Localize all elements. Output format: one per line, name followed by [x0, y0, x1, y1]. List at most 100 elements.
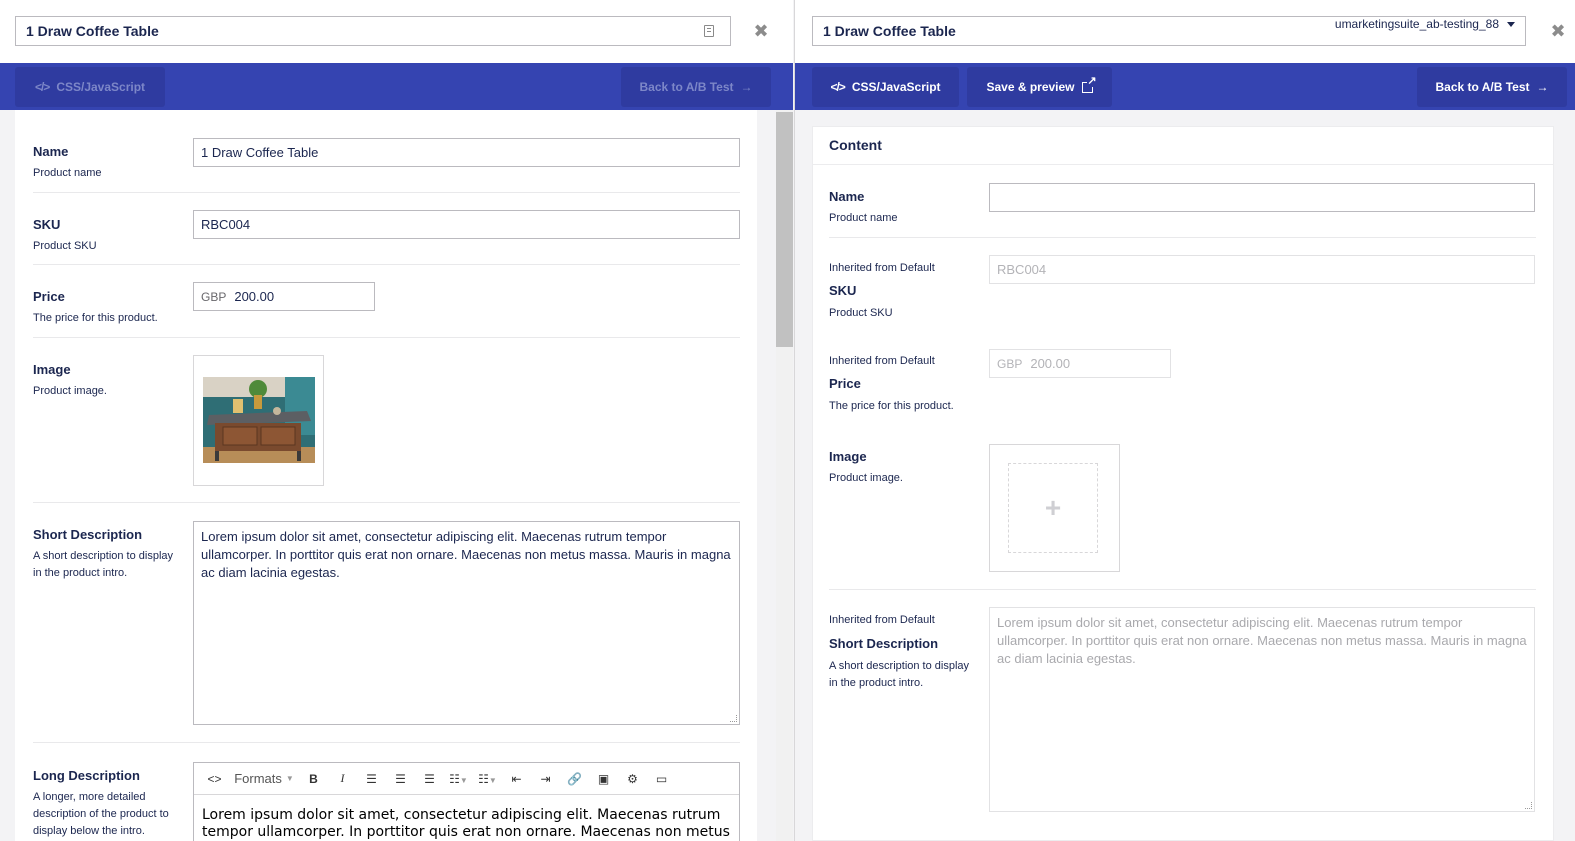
- variant-dropdown[interactable]: umarketingsuite_ab-testing_88: [1335, 17, 1515, 31]
- name-input[interactable]: 1 Draw Coffee Table: [193, 138, 740, 167]
- left-back-label: Back to A/B Test: [639, 80, 734, 94]
- link-icon[interactable]: 🔗: [560, 772, 589, 786]
- short-description-property-row: Short Description A short description to…: [33, 503, 740, 743]
- short-description-textarea[interactable]: Lorem ipsum dolor sit amet, consectetur …: [193, 521, 740, 725]
- right-back-to-ab-test-button[interactable]: Back to A/B Test →: [1417, 67, 1567, 107]
- embed-icon[interactable]: ▭: [647, 772, 676, 786]
- long-description-property-row: Long Description A longer, more detailed…: [33, 743, 740, 841]
- image-picker-empty[interactable]: +: [989, 444, 1120, 572]
- price-input-readonly: GBP 200.00: [989, 349, 1171, 378]
- right-node-title-input[interactable]: 1 Draw Coffee Table umarketingsuite_ab-t…: [812, 16, 1526, 46]
- short-description-text: Lorem ipsum dolor sit amet, consectetur …: [997, 615, 1527, 666]
- image-property-row: Image Product image. +: [829, 425, 1536, 590]
- name-description: Product name: [829, 212, 898, 224]
- arrow-right-icon: →: [740, 80, 753, 94]
- chevron-down-icon: ▼: [285, 774, 294, 783]
- price-value: 200.00: [1030, 356, 1071, 371]
- save-preview-label: Save & preview: [986, 80, 1075, 94]
- align-center-icon[interactable]: ☰: [386, 772, 415, 786]
- name-label: Name: [33, 144, 69, 159]
- inherited-from-default-label: Inherited from Default: [829, 355, 935, 367]
- bold-icon[interactable]: B: [299, 772, 328, 786]
- source-code-icon[interactable]: <>: [200, 772, 229, 786]
- left-content-panel: Name Product name 1 Draw Coffee Table SK…: [15, 110, 757, 841]
- close-icon[interactable]: ✖: [1548, 20, 1568, 42]
- code-icon: </>: [830, 80, 845, 94]
- name-input[interactable]: [989, 183, 1535, 212]
- sku-input[interactable]: RBC004: [193, 210, 740, 239]
- name-property-row: Name Product name 1 Draw Coffee Table: [33, 120, 740, 193]
- left-css-js-button[interactable]: </> CSS/JavaScript: [15, 67, 165, 107]
- outdent-icon[interactable]: ⇤: [502, 772, 531, 786]
- left-back-to-ab-test-button[interactable]: Back to A/B Test →: [621, 67, 771, 107]
- code-icon: </>: [34, 80, 50, 94]
- short-description-description: A short description to display in the pr…: [829, 660, 970, 689]
- close-icon[interactable]: ✖: [751, 20, 771, 42]
- image-icon[interactable]: ▣: [589, 772, 618, 786]
- resize-handle[interactable]: [730, 715, 737, 722]
- currency-prefix: GBP: [201, 290, 227, 304]
- macro-icon[interactable]: ⚙: [618, 772, 647, 786]
- left-header: 1 Draw Coffee Table ✖: [0, 0, 793, 63]
- external-link-icon: [1081, 75, 1097, 93]
- long-description-text[interactable]: Lorem ipsum dolor sit amet, consectetur …: [194, 795, 739, 841]
- right-css-js-button[interactable]: </> CSS/JavaScript: [812, 67, 959, 107]
- short-description-property-row: Inherited from Default Short Description…: [829, 590, 1536, 840]
- right-back-label: Back to A/B Test: [1435, 80, 1530, 94]
- image-label: Image: [829, 449, 867, 464]
- right-node-title: 1 Draw Coffee Table: [823, 23, 956, 39]
- bullet-list-icon[interactable]: ☷▼: [444, 772, 473, 786]
- price-value: 200.00: [234, 289, 275, 304]
- formats-dropdown[interactable]: Formats ▼: [229, 771, 299, 786]
- image-description: Product image.: [33, 385, 107, 397]
- sku-label: SKU: [829, 283, 857, 298]
- sku-property-row: Inherited from Default SKU Product SKU R…: [829, 238, 1536, 331]
- left-scrollbar[interactable]: [776, 110, 793, 841]
- indent-icon[interactable]: ⇥: [531, 772, 560, 786]
- formats-label: Formats: [234, 771, 282, 786]
- long-description-description: A longer, more detailed description of t…: [33, 791, 169, 837]
- save-and-preview-button[interactable]: Save & preview: [967, 67, 1112, 107]
- right-toolbar: </> CSS/JavaScript Save & preview Back t…: [795, 63, 1575, 110]
- left-node-title-input[interactable]: 1 Draw Coffee Table: [15, 16, 731, 46]
- image-property-row: Image Product image.: [33, 338, 740, 503]
- scrollbar-thumb[interactable]: [776, 112, 793, 347]
- long-description-label: Long Description: [33, 768, 140, 783]
- right-css-js-label: CSS/JavaScript: [851, 80, 941, 94]
- image-label: Image: [33, 362, 71, 377]
- left-node-title: 1 Draw Coffee Table: [26, 23, 159, 39]
- content-group-title: Content: [813, 127, 1553, 165]
- numbered-list-icon[interactable]: ☷▼: [473, 772, 502, 786]
- resize-handle: [1525, 802, 1532, 809]
- document-icon[interactable]: [704, 25, 714, 37]
- sku-property-row: SKU Product SKU RBC004: [33, 193, 740, 265]
- name-property-row: Name Product name: [829, 165, 1536, 238]
- short-description-text: Lorem ipsum dolor sit amet, consectetur …: [201, 529, 731, 580]
- sku-label: SKU: [33, 217, 61, 232]
- inherited-from-default-label: Inherited from Default: [829, 262, 935, 274]
- plus-icon[interactable]: +: [1008, 463, 1098, 553]
- right-editor-pane: 1 Draw Coffee Table umarketingsuite_ab-t…: [794, 0, 1575, 841]
- left-toolbar: </> CSS/JavaScript Back to A/B Test →: [0, 63, 793, 110]
- sku-description: Product SKU: [829, 307, 893, 319]
- short-description-textarea-readonly: Lorem ipsum dolor sit amet, consectetur …: [989, 607, 1535, 812]
- price-label: Price: [33, 289, 65, 304]
- right-content-panel: Content Name Product name Inherited from…: [812, 126, 1554, 841]
- short-description-label: Short Description: [829, 636, 939, 651]
- right-header: 1 Draw Coffee Table umarketingsuite_ab-t…: [795, 0, 1575, 63]
- short-description-description: A short description to display in the pr…: [33, 550, 174, 579]
- image-description: Product image.: [829, 472, 903, 484]
- product-image-picker[interactable]: [193, 355, 324, 486]
- italic-icon[interactable]: I: [328, 771, 357, 786]
- left-css-js-label: CSS/JavaScript: [56, 80, 146, 94]
- chevron-down-icon: [1507, 21, 1515, 27]
- sku-description: Product SKU: [33, 240, 97, 252]
- long-description-rich-text-editor[interactable]: <> Formats ▼ B I ☰ ☰ ☰ ☷▼ ☷▼ ⇤ ⇥ 🔗 ▣ ⚙ ▭ …: [193, 762, 740, 841]
- variant-name: umarketingsuite_ab-testing_88: [1334, 17, 1499, 31]
- coffee-table-thumbnail: [203, 377, 315, 463]
- arrow-right-icon: →: [1536, 80, 1549, 94]
- align-right-icon[interactable]: ☰: [415, 772, 444, 786]
- price-input[interactable]: GBP 200.00: [193, 282, 375, 311]
- align-left-icon[interactable]: ☰: [357, 772, 386, 786]
- left-editor-pane: 1 Draw Coffee Table ✖ </> CSS/JavaScript…: [0, 0, 793, 841]
